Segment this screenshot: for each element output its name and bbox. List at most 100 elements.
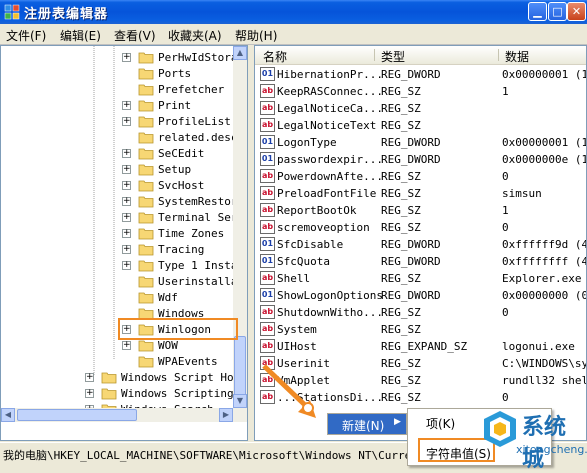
tree-node[interactable]: + Time Zones <box>1 226 233 242</box>
cell-name: passwordexpir... <box>277 153 383 166</box>
list-item[interactable]: ab UIHost REG_EXPAND_SZ logonui.exe <box>255 338 586 355</box>
list-item[interactable]: ab PreloadFontFile REG_SZ simsun <box>255 185 586 202</box>
scroll-left-icon[interactable]: ◀ <box>1 408 15 422</box>
column-data[interactable]: 数据 <box>505 48 529 65</box>
tree-vertical-scroll-thumb[interactable] <box>234 336 246 396</box>
menu-edit[interactable]: 编辑(E) <box>60 27 101 44</box>
tree-vertical-scrollbar[interactable]: ▲ ▼ <box>233 46 247 408</box>
expand-icon[interactable]: + <box>122 197 131 206</box>
expand-icon[interactable]: + <box>122 261 131 270</box>
tree-node[interactable]: + SvcHost <box>1 178 233 194</box>
list-item[interactable]: ab Shell REG_SZ Explorer.exe <box>255 270 586 287</box>
tree-node-label: Type 1 Insta <box>158 259 238 272</box>
tree-node-label: Prefetcher <box>158 83 225 96</box>
folder-icon <box>101 388 117 400</box>
expand-icon[interactable]: + <box>122 117 131 126</box>
list-item[interactable]: ab LegalNoticeCa... REG_SZ <box>255 100 586 117</box>
tree-horizontal-scrollbar[interactable]: ◀ ▶ <box>1 408 247 422</box>
list-item[interactable]: ab ReportBootOk REG_SZ 1 <box>255 202 586 219</box>
tree-node[interactable]: + ProfileList <box>1 114 233 130</box>
scroll-right-icon[interactable]: ▶ <box>219 408 233 422</box>
expand-icon[interactable]: + <box>122 181 131 190</box>
watermark-logo: 系统城 xitongcheng.com <box>478 405 587 472</box>
tree-node[interactable]: + Windows Script Hos <box>1 370 240 386</box>
cell-name: System <box>277 323 317 336</box>
tree-node[interactable]: Ports <box>1 66 233 82</box>
cell-type: REG_DWORD <box>381 289 441 302</box>
tree-node[interactable]: Userinstalla <box>1 274 237 290</box>
tree-node-label: Terminal Ser <box>158 211 238 224</box>
binary-value-icon: 01 <box>260 254 275 268</box>
list-item[interactable]: ab System REG_SZ <box>255 321 586 338</box>
tree-horizontal-scroll-thumb[interactable] <box>17 409 137 421</box>
expand-icon[interactable]: + <box>85 373 94 382</box>
list-item[interactable]: ab LegalNoticeText REG_SZ <box>255 117 586 134</box>
tree-node[interactable]: + PerHwIdStora <box>1 50 237 66</box>
column-divider[interactable] <box>498 49 499 61</box>
tree-node[interactable]: + Setup <box>1 162 233 178</box>
tree-node[interactable]: related.desc <box>1 130 237 146</box>
watermark-url: xitongcheng.com <box>516 443 587 456</box>
tree-node[interactable]: + Tracing <box>1 242 233 258</box>
list-item[interactable]: 01 LogonType REG_DWORD 0x00000001 (1) <box>255 134 586 151</box>
logo-icon <box>484 411 516 447</box>
string-value-icon: ab <box>260 305 275 319</box>
expand-icon[interactable]: + <box>122 213 131 222</box>
tree-node[interactable]: + WOW <box>1 338 233 354</box>
list-item[interactable]: 01 SfcDisable REG_DWORD 0xffffff9d (42 <box>255 236 586 253</box>
cell-name: KeepRASConnec... <box>277 85 383 98</box>
column-type[interactable]: 类型 <box>381 48 405 65</box>
tree-node[interactable]: + Type 1 Insta <box>1 258 237 274</box>
expand-icon[interactable]: + <box>122 165 131 174</box>
close-button[interactable]: ✕ <box>567 2 586 21</box>
list-item[interactable]: 01 HibernationPr... REG_DWORD 0x00000001 (1… <box>255 66 586 83</box>
tree-node[interactable]: + Windows Scripting <box>1 386 234 402</box>
column-divider[interactable] <box>374 49 375 61</box>
expand-icon[interactable]: + <box>122 341 131 350</box>
folder-icon <box>138 228 154 240</box>
list-item[interactable]: 01 ShowLogonOptions REG_DWORD 0x00000000 (0… <box>255 287 586 304</box>
cell-data: 0x0000000e (14) <box>502 153 587 166</box>
expand-icon[interactable]: + <box>122 149 131 158</box>
cell-name: UIHost <box>277 340 317 353</box>
tree-node[interactable]: WPAEvents <box>1 354 233 370</box>
new-key-item[interactable]: 项(K) <box>426 415 455 432</box>
tree-node[interactable]: + Print <box>1 98 233 114</box>
expand-icon[interactable]: + <box>122 53 131 62</box>
cell-type: REG_SZ <box>381 170 421 183</box>
folder-icon <box>138 292 154 304</box>
expand-icon[interactable]: + <box>122 101 131 110</box>
list-item[interactable]: 01 SfcQuota REG_DWORD 0xffffffff (42 <box>255 253 586 270</box>
scroll-up-icon[interactable]: ▲ <box>233 46 247 60</box>
cell-type: REG_SZ <box>381 102 421 115</box>
menu-favorites[interactable]: 收藏夹(A) <box>168 27 222 44</box>
string-value-icon: ab <box>260 118 275 132</box>
list-item[interactable]: ab PowerdownAfte... REG_SZ 0 <box>255 168 586 185</box>
expand-icon[interactable]: + <box>85 389 94 398</box>
expand-icon[interactable]: + <box>122 229 131 238</box>
list-item[interactable]: ab ShutdownWitho... REG_SZ 0 <box>255 304 586 321</box>
tree-node[interactable]: + SeCEdit <box>1 146 233 162</box>
window-title: 注册表编辑器 <box>24 7 109 22</box>
minimize-button[interactable]: ▁ <box>528 2 547 21</box>
scroll-down-icon[interactable]: ▼ <box>233 394 247 408</box>
binary-value-icon: 01 <box>260 135 275 149</box>
maximize-button[interactable]: □ <box>548 2 567 21</box>
tree-node[interactable]: Wdf <box>1 290 233 306</box>
tree-node[interactable]: + SystemRestore <box>1 194 244 210</box>
column-name[interactable]: 名称 <box>263 48 287 65</box>
expand-icon[interactable]: + <box>122 245 131 254</box>
tree-node-label: Windows Scripting <box>121 387 234 400</box>
string-value-icon: ab <box>260 220 275 234</box>
menu-help[interactable]: 帮助(H) <box>235 27 277 44</box>
tree-node[interactable]: + Terminal Ser <box>1 210 237 226</box>
menu-view[interactable]: 查看(V) <box>114 27 156 44</box>
tree-node[interactable]: Prefetcher <box>1 82 233 98</box>
cell-type: REG_EXPAND_SZ <box>381 340 468 353</box>
context-menu-new[interactable]: 新建(N) ▶ <box>327 413 407 435</box>
list-item[interactable]: ab scremoveoption REG_SZ 0 <box>255 219 586 236</box>
menu-file[interactable]: 文件(F) <box>6 27 46 44</box>
list-item[interactable]: ab KeepRASConnec... REG_SZ 1 <box>255 83 586 100</box>
cell-data: 1 <box>502 85 509 98</box>
list-item[interactable]: 01 passwordexpir... REG_DWORD 0x0000000e (1… <box>255 151 587 168</box>
